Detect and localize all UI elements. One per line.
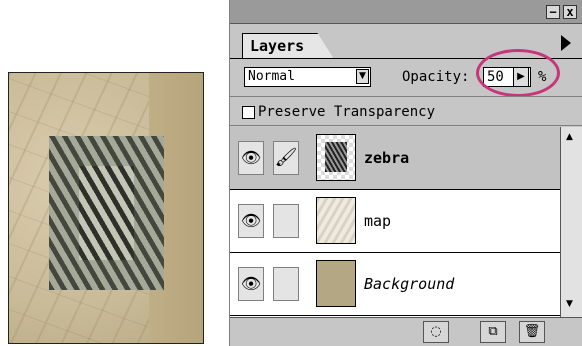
layer-thumbnail-background <box>316 260 356 307</box>
divider <box>230 96 582 97</box>
link-box[interactable] <box>273 267 299 301</box>
palette-bottom-bar: ◌ ⧉ 🗑 <box>230 317 582 346</box>
dropdown-arrow-icon[interactable]: ▼ <box>356 69 369 84</box>
preserve-transparency-label: Preserve Transparency <box>258 104 436 120</box>
palette-menu-arrow-icon[interactable] <box>561 35 571 51</box>
layers-list: 👁 🖌 zebra 👁 map 👁 Background <box>230 127 560 317</box>
layers-scrollbar[interactable]: ▲ ▼ <box>560 127 582 317</box>
close-button[interactable]: x <box>563 5 577 19</box>
layer-thumbnail-map <box>316 197 356 244</box>
layers-palette: − x Layers Normal ▼ Opacity: 50 ▶ % Pres… <box>229 0 582 346</box>
link-box[interactable] <box>273 204 299 238</box>
eye-icon[interactable]: 👁 <box>238 204 264 238</box>
layer-name-zebra: zebra <box>364 149 410 167</box>
scroll-up-arrow-icon[interactable]: ▲ <box>566 132 573 142</box>
layer-row-background[interactable]: 👁 Background <box>230 253 560 316</box>
tab-layers[interactable]: Layers <box>242 33 334 59</box>
composite-image-preview <box>8 72 204 344</box>
layer-name-map: map <box>364 212 392 230</box>
new-layer-icon[interactable]: ⧉ <box>480 321 506 343</box>
preserve-transparency-checkbox[interactable] <box>242 106 255 119</box>
zebra-photo <box>49 136 164 290</box>
layer-row-map[interactable]: 👁 map <box>230 190 560 253</box>
trash-icon[interactable]: 🗑 <box>519 321 545 343</box>
palette-title-bar[interactable] <box>230 0 582 24</box>
add-mask-icon[interactable]: ◌ <box>423 321 449 343</box>
layer-row-zebra[interactable]: 👁 🖌 zebra <box>230 127 560 190</box>
zebra-thumbnail-image <box>325 142 347 172</box>
eye-icon[interactable]: 👁 <box>238 141 264 175</box>
blend-mode-value: Normal <box>248 69 295 84</box>
layer-name-background: Background <box>364 275 455 293</box>
scroll-down-arrow-icon[interactable]: ▼ <box>566 299 573 309</box>
eye-icon[interactable]: 👁 <box>238 267 264 301</box>
opacity-label: Opacity: <box>402 69 470 85</box>
divider <box>230 125 582 126</box>
layer-thumbnail-zebra <box>316 134 356 181</box>
blend-mode-select[interactable]: Normal <box>244 67 371 87</box>
minimize-button[interactable]: − <box>546 5 560 19</box>
brush-icon[interactable]: 🖌 <box>273 141 299 175</box>
opacity-highlight-circle <box>476 49 560 97</box>
